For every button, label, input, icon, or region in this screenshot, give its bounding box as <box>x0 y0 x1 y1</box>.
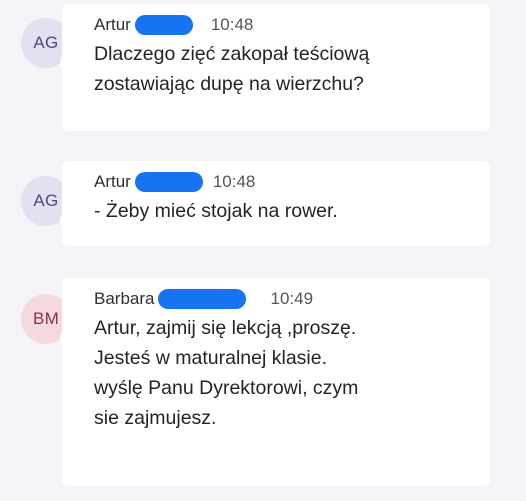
message-line: zostawiając dupę na wierzchu? <box>94 73 364 95</box>
message-bubble[interactable]: Artur 10:48 Dlaczego zięć zakopał teścio… <box>62 4 490 131</box>
message-text: Artur, zajmij się lekcją ,proszę. Jesteś… <box>94 313 490 433</box>
message-bubble[interactable]: Artur 10:48 - Żeby mieć stojak na rower. <box>62 161 490 246</box>
avatar-initials: AG <box>33 191 59 210</box>
author-name[interactable]: Barbara <box>94 289 154 309</box>
message-line: Artur, zajmij się lekcją ,proszę. <box>94 317 357 339</box>
timestamp: 10:49 <box>270 289 314 308</box>
avatar-initials: AG <box>33 33 59 52</box>
message-bubble[interactable]: Barbara 10:49 Artur, zajmij się lekcją ,… <box>62 278 490 486</box>
redaction-scribble <box>134 15 193 35</box>
avatar-initials: BM <box>32 309 60 328</box>
message-line: - Żeby mieć stojak na rower. <box>94 200 338 222</box>
timestamp: 10:48 <box>210 15 254 34</box>
message-text: Dlaczego zięć zakopał teściową zostawiaj… <box>94 39 490 99</box>
message-line: Dlaczego zięć zakopał teściową <box>94 43 370 65</box>
message-line: wyślę Panu Dyrektorowi, czym <box>94 377 359 399</box>
message-text: - Żeby mieć stojak na rower. <box>94 196 490 226</box>
message-line: Jesteś w maturalnej klasie. <box>94 347 328 369</box>
author-name[interactable]: Artur <box>94 172 131 192</box>
message-header: Artur 10:48 <box>94 14 490 36</box>
timestamp: 10:48 <box>212 172 256 191</box>
message-line: sie zajmujesz. <box>94 407 217 429</box>
chat-thread: AG Artur 10:48 Dlaczego zięć zakopał teś… <box>0 0 526 501</box>
message-header: Artur 10:48 <box>94 171 490 193</box>
message-header: Barbara 10:49 <box>94 288 490 310</box>
redaction-scribble <box>134 172 203 192</box>
redaction-scribble <box>158 289 247 309</box>
author-name[interactable]: Artur <box>94 15 131 35</box>
